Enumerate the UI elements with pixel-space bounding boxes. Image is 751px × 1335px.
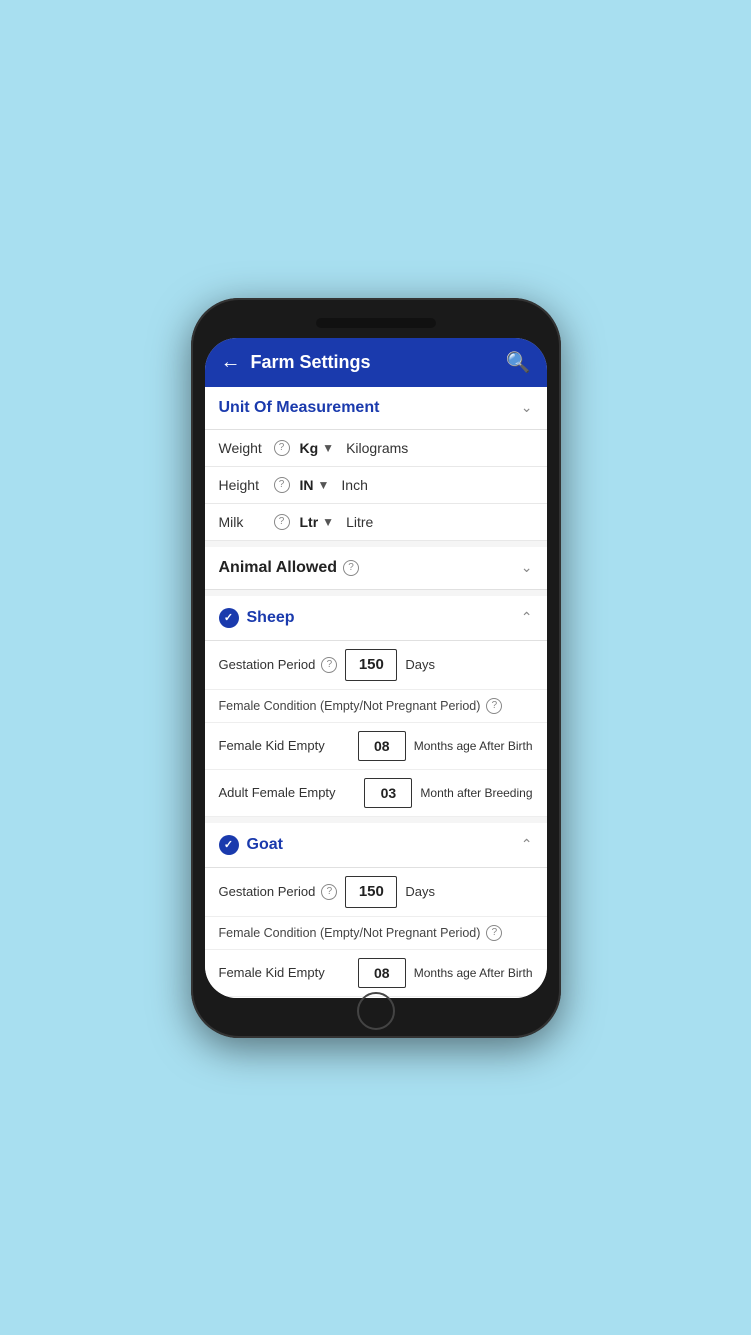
sheep-gestation-help-icon[interactable]: ? bbox=[321, 657, 337, 673]
height-dropdown-arrow: ▼ bbox=[318, 478, 330, 492]
goat-header[interactable]: ✓ Goat ⌃ bbox=[205, 823, 547, 868]
phone-screen: ← Farm Settings 🔍 Unit Of Measurement ⌄ … bbox=[205, 338, 547, 998]
app-header: ← Farm Settings 🔍 bbox=[205, 338, 547, 387]
animal-allowed-help-icon[interactable]: ? bbox=[343, 560, 359, 576]
goat-gestation-input[interactable] bbox=[345, 876, 397, 908]
sheep-adult-female-row: Adult Female Empty Month after Breeding bbox=[205, 770, 547, 817]
sheep-condition-row: Female Condition (Empty/Not Pregnant Per… bbox=[205, 689, 547, 723]
goat-gestation-help-icon[interactable]: ? bbox=[321, 884, 337, 900]
sheep-section: ✓ Sheep ⌃ Gestation Period ? Days Female… bbox=[205, 596, 547, 817]
unit-of-measurement-header[interactable]: Unit Of Measurement ⌄ bbox=[205, 387, 547, 430]
back-button[interactable]: ← bbox=[221, 351, 241, 374]
sheep-chevron-icon: ⌃ bbox=[521, 609, 533, 626]
phone-notch bbox=[205, 312, 547, 334]
weight-help-icon[interactable]: ? bbox=[274, 440, 290, 456]
goat-chevron-icon: ⌃ bbox=[521, 836, 533, 853]
goat-gestation-unit: Days bbox=[405, 884, 435, 899]
unit-of-measurement-title: Unit Of Measurement bbox=[219, 399, 380, 417]
sheep-female-kid-row: Female Kid Empty Months age After Birth bbox=[205, 723, 547, 770]
milk-unit: Ltr bbox=[300, 514, 319, 530]
height-full: Inch bbox=[341, 477, 367, 493]
sheep-adult-female-label: Adult Female Empty bbox=[219, 785, 365, 800]
sheep-female-kid-unit: Months age After Birth bbox=[414, 739, 533, 753]
phone-home-bar bbox=[205, 998, 547, 1024]
sheep-gestation-input[interactable] bbox=[345, 649, 397, 681]
home-button[interactable] bbox=[357, 992, 395, 1030]
unit-of-measurement-section: Unit Of Measurement ⌄ Weight ? Kg ▼ Kilo… bbox=[205, 387, 547, 541]
height-help-icon[interactable]: ? bbox=[274, 477, 290, 493]
animal-allowed-section: Animal Allowed ? ⌄ bbox=[205, 547, 547, 590]
sheep-gestation-label: Gestation Period bbox=[219, 657, 316, 672]
sheep-adult-female-input[interactable] bbox=[364, 778, 412, 808]
milk-help-icon[interactable]: ? bbox=[274, 514, 290, 530]
sheep-female-kid-input[interactable] bbox=[358, 731, 406, 761]
milk-dropdown-arrow: ▼ bbox=[322, 515, 334, 529]
goat-check-icon: ✓ bbox=[219, 835, 239, 855]
search-icon[interactable]: 🔍 bbox=[506, 350, 531, 375]
app-content: Unit Of Measurement ⌄ Weight ? Kg ▼ Kilo… bbox=[205, 387, 547, 998]
sheep-female-kid-label: Female Kid Empty bbox=[219, 738, 358, 753]
sheep-header[interactable]: ✓ Sheep ⌃ bbox=[205, 596, 547, 641]
animal-allowed-chevron-icon: ⌄ bbox=[521, 559, 533, 576]
goat-condition-help-icon[interactable]: ? bbox=[486, 925, 502, 941]
weight-select[interactable]: Kg ▼ bbox=[300, 440, 335, 456]
goat-condition-label: Female Condition (Empty/Not Pregnant Per… bbox=[219, 926, 481, 940]
sheep-condition-label: Female Condition (Empty/Not Pregnant Per… bbox=[219, 699, 481, 713]
goat-title: ✓ Goat bbox=[219, 835, 283, 855]
weight-row: Weight ? Kg ▼ Kilograms bbox=[205, 430, 547, 467]
sheep-adult-female-unit: Month after Breeding bbox=[420, 786, 532, 800]
height-label: Height bbox=[219, 477, 274, 493]
goat-section: ✓ Goat ⌃ Gestation Period ? Days Female … bbox=[205, 823, 547, 998]
weight-unit: Kg bbox=[300, 440, 319, 456]
weight-full: Kilograms bbox=[346, 440, 408, 456]
milk-select[interactable]: Ltr ▼ bbox=[300, 514, 335, 530]
weight-dropdown-arrow: ▼ bbox=[322, 441, 334, 455]
goat-female-kid-input[interactable] bbox=[358, 958, 406, 988]
sheep-condition-help-icon[interactable]: ? bbox=[486, 698, 502, 714]
milk-row: Milk ? Ltr ▼ Litre bbox=[205, 504, 547, 541]
weight-label: Weight bbox=[219, 440, 274, 456]
unit-chevron-icon: ⌄ bbox=[521, 399, 533, 416]
sheep-gestation-unit: Days bbox=[405, 657, 435, 672]
goat-gestation-label: Gestation Period bbox=[219, 884, 316, 899]
goat-female-kid-row: Female Kid Empty Months age After Birth bbox=[205, 950, 547, 997]
goat-condition-row: Female Condition (Empty/Not Pregnant Per… bbox=[205, 916, 547, 950]
goat-female-kid-label: Female Kid Empty bbox=[219, 965, 358, 980]
height-row: Height ? IN ▼ Inch bbox=[205, 467, 547, 504]
animal-allowed-header[interactable]: Animal Allowed ? ⌄ bbox=[205, 547, 547, 590]
sheep-title: ✓ Sheep bbox=[219, 608, 295, 628]
goat-gestation-row: Gestation Period ? Days bbox=[205, 868, 547, 916]
page-title: Farm Settings bbox=[251, 352, 371, 373]
phone-frame: ← Farm Settings 🔍 Unit Of Measurement ⌄ … bbox=[191, 298, 561, 1038]
animal-allowed-title: Animal Allowed bbox=[219, 559, 338, 577]
goat-female-kid-unit: Months age After Birth bbox=[414, 966, 533, 980]
height-select[interactable]: IN ▼ bbox=[300, 477, 330, 493]
milk-label: Milk bbox=[219, 514, 274, 530]
sheep-check-icon: ✓ bbox=[219, 608, 239, 628]
milk-full: Litre bbox=[346, 514, 373, 530]
sheep-gestation-row: Gestation Period ? Days bbox=[205, 641, 547, 689]
height-unit: IN bbox=[300, 477, 314, 493]
